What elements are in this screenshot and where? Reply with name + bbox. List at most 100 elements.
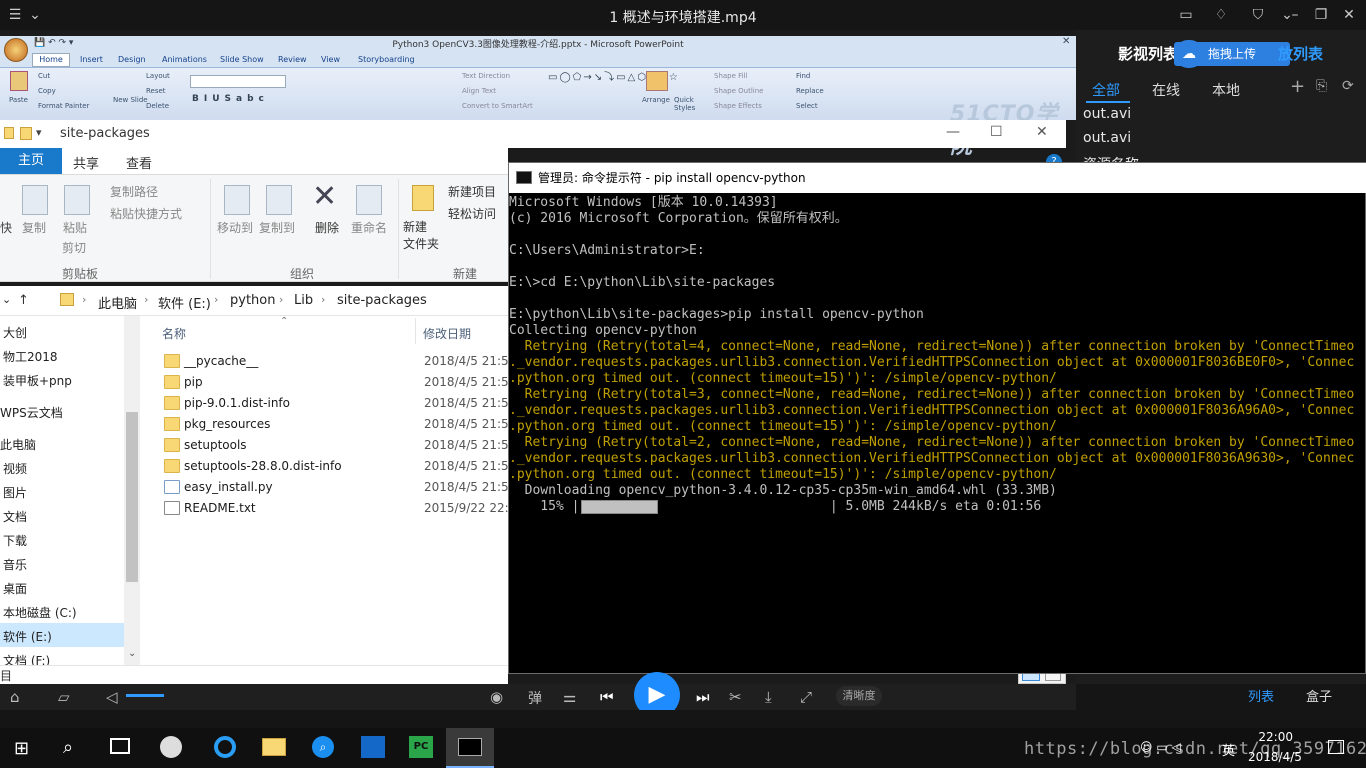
tab-home[interactable]: 主页 — [0, 148, 62, 174]
nav-item[interactable]: 视频 — [3, 460, 27, 477]
search-icon[interactable]: ⌕ — [63, 737, 73, 758]
ppt-tab-insert[interactable]: Insert — [80, 55, 103, 64]
fullscreen-icon[interactable]: ⤢ — [800, 688, 812, 706]
refresh-icon[interactable]: ⟳ — [1342, 78, 1354, 94]
scissors-icon[interactable]: ✂ — [729, 688, 742, 706]
delete-button[interactable]: 删除 — [315, 219, 339, 236]
minimize-icon[interactable]: – — [1286, 6, 1304, 24]
toolbox-icon[interactable]: ⌂ — [10, 688, 20, 706]
breadcrumb-separator[interactable]: › — [82, 293, 86, 306]
menu-icon[interactable]: ☰ — [6, 6, 24, 24]
cmd-window[interactable]: 管理员: 命令提示符 - pip install opencv-python M… — [508, 162, 1366, 674]
text-direction-label[interactable]: Text Direction — [462, 72, 510, 80]
ppt-tab-storyboarding[interactable]: Storyboarding — [358, 55, 415, 64]
new-slide-label[interactable]: New Slide — [113, 96, 148, 104]
replace-label[interactable]: Replace — [796, 87, 824, 95]
layout-label[interactable]: Layout — [146, 72, 170, 80]
breadcrumb-separator[interactable]: › — [144, 293, 148, 306]
chevron-down-icon[interactable]: ▾ — [36, 126, 42, 139]
select-label[interactable]: Select — [796, 102, 818, 110]
nav-item[interactable]: 音乐 — [3, 556, 27, 573]
playlist-item[interactable]: out.avi — [1083, 106, 1131, 122]
ppt-tab-design[interactable]: Design — [118, 55, 146, 64]
ppt-tab-review[interactable]: Review — [278, 55, 307, 64]
notification-icon[interactable] — [1328, 740, 1344, 754]
column-name[interactable]: 名称 — [162, 325, 186, 342]
shape-fill-label[interactable]: Shape Fill — [714, 72, 748, 80]
ppt-tab-animations[interactable]: Animations — [162, 55, 207, 64]
copy-button[interactable]: 复制 — [22, 219, 46, 236]
scrollbar-thumb[interactable] — [126, 412, 138, 582]
format-painter-label[interactable]: Format Painter — [38, 102, 89, 110]
tab-online[interactable]: 在线 — [1152, 80, 1180, 100]
paste-button[interactable]: 粘贴 — [63, 219, 87, 236]
tab-view[interactable]: 查看 — [126, 153, 152, 172]
tab-all[interactable]: 全部 — [1092, 80, 1120, 100]
browser-icon[interactable] — [214, 736, 236, 758]
nav-item-this-pc[interactable]: 此电脑 — [0, 436, 36, 453]
tab-share[interactable]: 共享 — [73, 153, 99, 172]
close-icon[interactable]: ✕ — [1036, 124, 1048, 140]
file-row[interactable]: setuptools-28.8.0.dist-info 2018/4/5 21:… — [162, 457, 516, 478]
comment-icon[interactable]: ▭ — [1177, 6, 1195, 24]
font-select[interactable] — [190, 75, 286, 88]
restore-icon[interactable]: ❐ — [1312, 6, 1330, 24]
easy-access-button[interactable]: 轻松访问 — [448, 205, 496, 222]
pycharm-icon[interactable]: PC — [409, 736, 433, 758]
paste-label[interactable]: Paste — [9, 96, 28, 104]
delete-label[interactable]: Delete — [146, 102, 169, 110]
paste-shortcut-button[interactable]: 粘贴快捷方式 — [110, 205, 182, 222]
clarity-button[interactable]: 清晰度 — [836, 686, 882, 706]
file-row[interactable]: easy_install.py 2018/4/5 21:57 — [162, 478, 516, 499]
store-icon[interactable] — [361, 736, 385, 758]
cloud-icon[interactable]: ☁ — [1174, 40, 1204, 68]
nav-item-wps[interactable]: WPS云文档 — [0, 404, 63, 421]
breadcrumb-lib[interactable]: Lib — [294, 293, 313, 308]
file-row[interactable]: pip-9.0.1.dist-info 2018/4/5 21:57 — [162, 394, 516, 415]
nav-item[interactable]: 文档 (F:) — [3, 652, 50, 665]
ppt-tab-slideshow[interactable]: Slide Show — [220, 55, 264, 64]
volume-icon[interactable]: ◁ — [106, 688, 118, 706]
ppt-close-icon[interactable]: ✕ — [1062, 36, 1070, 47]
minimize-icon[interactable]: — — [946, 124, 960, 140]
playlist-item[interactable]: out.avi — [1083, 130, 1131, 146]
breadcrumb-this-pc[interactable]: 此电脑 — [98, 293, 137, 312]
ppt-tab-view[interactable]: View — [321, 55, 340, 64]
shapes-gallery[interactable]: ▭◯⬠→↘⤵▭△⬡⇨⬭☆ — [548, 72, 678, 84]
copy-label[interactable]: Copy — [38, 87, 56, 95]
taskbar-cmd-button[interactable] — [446, 728, 494, 768]
bell-icon[interactable]: ♢ — [1212, 6, 1230, 24]
maximize-icon[interactable]: ☐ — [990, 124, 1003, 140]
nav-item[interactable]: 桌面 — [3, 580, 27, 597]
ime-indicator[interactable]: 英 — [1222, 740, 1235, 759]
previous-icon[interactable]: ⏮ — [600, 688, 614, 706]
scroll-down-icon[interactable]: ⌄ — [128, 648, 136, 659]
pin-quick-access-label[interactable]: 快 — [0, 219, 12, 236]
folder-icon[interactable] — [20, 127, 32, 140]
copy-path-button[interactable]: 复制路径 — [110, 183, 158, 200]
chevron-down-icon[interactable]: ⌄ — [26, 6, 44, 24]
file-row[interactable]: pkg_resources 2018/4/5 21:57 — [162, 415, 516, 436]
breadcrumb-separator[interactable]: › — [321, 293, 325, 306]
file-explorer-icon[interactable] — [262, 738, 286, 756]
playlist-item[interactable]: 资源名称 — [1083, 154, 1139, 162]
nav-item[interactable]: 文档 — [3, 508, 27, 525]
box-button[interactable]: 盒子 — [1306, 686, 1332, 705]
clock-time[interactable]: 22:00 — [1249, 730, 1293, 744]
file-row[interactable]: setuptools 2018/4/5 21:57 — [162, 436, 516, 457]
clock-date[interactable]: 2018/4/5 — [1248, 750, 1302, 764]
eye-icon[interactable]: ◉ — [490, 688, 503, 706]
cmd-output[interactable]: Microsoft Windows [版本 10.0.14393] (c) 201… — [509, 193, 1366, 673]
font-style-buttons[interactable]: BIUSabc — [192, 94, 269, 104]
reset-label[interactable]: Reset — [146, 87, 166, 95]
file-row[interactable]: __pycache__ 2018/4/5 21:57 — [162, 352, 516, 373]
open-folder-icon[interactable]: ▱ — [58, 688, 70, 706]
nav-item[interactable]: 本地磁盘 (C:) — [3, 604, 77, 621]
copy-to-button[interactable]: 复制到 — [259, 219, 295, 236]
column-date[interactable]: 修改日期 — [423, 325, 471, 342]
nav-item[interactable]: 图片 — [3, 484, 27, 501]
file-add-icon[interactable]: ⎘ — [1316, 78, 1327, 94]
app-icon[interactable] — [160, 736, 182, 758]
nav-item[interactable]: 物工2018 — [3, 348, 58, 365]
new-item-button[interactable]: 新建项目 — [448, 183, 496, 200]
